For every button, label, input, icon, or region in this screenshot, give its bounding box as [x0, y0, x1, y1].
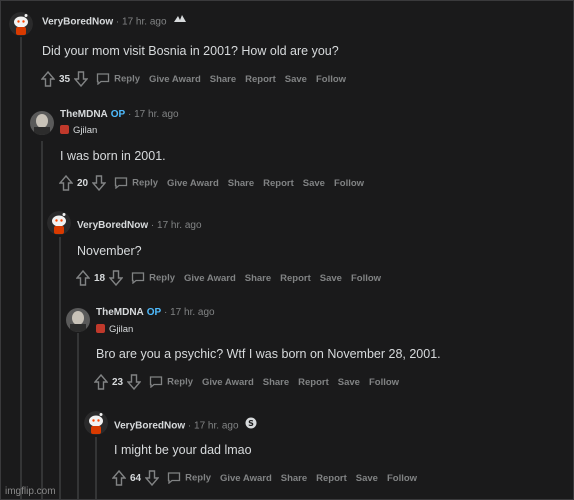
arrow-down-icon[interactable]	[91, 175, 107, 192]
avatar[interactable]	[66, 308, 90, 332]
follow-button[interactable]: Follow	[351, 273, 381, 284]
save-button[interactable]: Save	[356, 473, 378, 484]
share-button[interactable]: Share	[281, 473, 307, 484]
comment-actions: 23 Reply Give Award Share Report Save Fo…	[93, 373, 408, 391]
username[interactable]: TheMDNA	[96, 307, 144, 318]
avatar[interactable]	[84, 411, 108, 435]
thread-line[interactable]	[77, 333, 79, 499]
give-award-button[interactable]: Give Award	[202, 377, 254, 388]
comment-body: I might be your dad lmao	[114, 443, 252, 457]
silver-award-icon: S	[245, 417, 257, 435]
give-award-button[interactable]: Give Award	[220, 473, 272, 484]
vote-score: 64	[130, 472, 142, 484]
speech-bubble-icon	[131, 272, 145, 285]
comment-header: VeryBoredNow · 17 hr. ago S	[114, 417, 257, 433]
arrow-down-icon[interactable]	[144, 470, 160, 487]
avatar[interactable]	[47, 211, 71, 235]
comment-body: I was born in 2001.	[60, 149, 166, 163]
comment-actions: 18 Reply Give Award Share Report Save Fo…	[75, 269, 390, 287]
report-button[interactable]: Report	[316, 473, 347, 484]
comment-actions: 20 Reply Give Award Share Report Save Fo…	[58, 174, 373, 192]
report-button[interactable]: Report	[245, 74, 276, 85]
arrow-up-icon[interactable]	[40, 70, 56, 87]
timestamp[interactable]: 17 hr. ago	[134, 109, 178, 120]
timestamp[interactable]: 17 hr. ago	[194, 421, 238, 432]
reply-button[interactable]: Reply	[96, 73, 140, 86]
follow-button[interactable]: Follow	[369, 377, 399, 388]
give-award-button[interactable]: Give Award	[149, 74, 201, 85]
speech-bubble-icon	[149, 376, 163, 389]
report-button[interactable]: Report	[280, 273, 311, 284]
follow-button[interactable]: Follow	[387, 473, 417, 484]
follow-button[interactable]: Follow	[334, 178, 364, 189]
comment-thread: VeryBoredNow · 17 hr. ago Did your mom v…	[0, 0, 574, 500]
user-flair: Gjilan	[60, 125, 97, 137]
share-button[interactable]: Share	[228, 178, 254, 189]
give-award-button[interactable]: Give Award	[184, 273, 236, 284]
arrow-down-icon[interactable]	[73, 71, 89, 88]
op-badge: OP	[110, 109, 126, 120]
flag-icon	[96, 324, 105, 333]
vote-score: 23	[112, 376, 124, 388]
vote-score: 18	[94, 272, 106, 284]
arrow-down-icon[interactable]	[108, 270, 124, 287]
comment-body: Bro are you a psychic? Wtf I was born on…	[96, 347, 441, 361]
flag-icon	[60, 125, 69, 134]
share-button[interactable]: Share	[245, 273, 271, 284]
avatar[interactable]	[9, 12, 33, 36]
give-award-button[interactable]: Give Award	[167, 178, 219, 189]
share-button[interactable]: Share	[263, 377, 289, 388]
username[interactable]: TheMDNA	[60, 109, 108, 120]
timestamp[interactable]: 17 hr. ago	[170, 307, 214, 318]
username[interactable]: VeryBoredNow	[42, 17, 113, 28]
reply-button[interactable]: Reply	[131, 272, 175, 285]
comment-header: VeryBoredNow · 17 hr. ago	[42, 14, 187, 30]
username[interactable]: VeryBoredNow	[114, 421, 185, 432]
arrow-up-icon[interactable]	[75, 269, 91, 286]
comment-header: VeryBoredNow · 17 hr. ago	[77, 220, 202, 231]
thread-line[interactable]	[59, 237, 61, 499]
arrow-up-icon[interactable]	[58, 174, 74, 191]
svg-text:S: S	[248, 419, 254, 428]
username[interactable]: VeryBoredNow	[77, 220, 148, 231]
thread-line[interactable]	[20, 37, 22, 499]
vote-score: 35	[59, 73, 71, 85]
thread-line[interactable]	[95, 437, 97, 499]
reply-button[interactable]: Reply	[149, 376, 193, 389]
arrow-down-icon[interactable]	[126, 374, 142, 391]
speech-bubble-icon	[167, 472, 181, 485]
avatar[interactable]	[30, 111, 54, 135]
comment-actions: 35 Reply Give Award Share Report Save Fo…	[40, 70, 355, 88]
save-button[interactable]: Save	[338, 377, 360, 388]
reply-button[interactable]: Reply	[114, 177, 158, 190]
comment-body: November?	[77, 244, 142, 258]
user-flair: Gjilan	[96, 324, 133, 336]
timestamp[interactable]: 17 hr. ago	[122, 17, 166, 28]
save-button[interactable]: Save	[285, 74, 307, 85]
thread-line[interactable]	[41, 141, 43, 499]
share-button[interactable]: Share	[210, 74, 236, 85]
save-button[interactable]: Save	[303, 178, 325, 189]
save-button[interactable]: Save	[320, 273, 342, 284]
op-badge: OP	[146, 307, 162, 318]
comment-header: TheMDNA OP · 17 hr. ago	[60, 109, 179, 120]
watermark: imgflip.com	[5, 486, 56, 497]
report-button[interactable]: Report	[298, 377, 329, 388]
speech-bubble-icon	[114, 177, 128, 190]
comment-actions: 64 Reply Give Award Share Report Save Fo…	[111, 469, 426, 487]
comment-body: Did your mom visit Bosnia in 2001? How o…	[42, 44, 339, 58]
arrow-up-icon[interactable]	[111, 469, 127, 486]
arrow-up-icon[interactable]	[93, 373, 109, 390]
speech-bubble-icon	[96, 73, 110, 86]
report-button[interactable]: Report	[263, 178, 294, 189]
comment-header: TheMDNA OP · 17 hr. ago	[96, 307, 215, 318]
timestamp[interactable]: 17 hr. ago	[157, 220, 201, 231]
vote-score: 20	[77, 177, 89, 189]
award-icon	[173, 14, 187, 30]
follow-button[interactable]: Follow	[316, 74, 346, 85]
reply-button[interactable]: Reply	[167, 472, 211, 485]
